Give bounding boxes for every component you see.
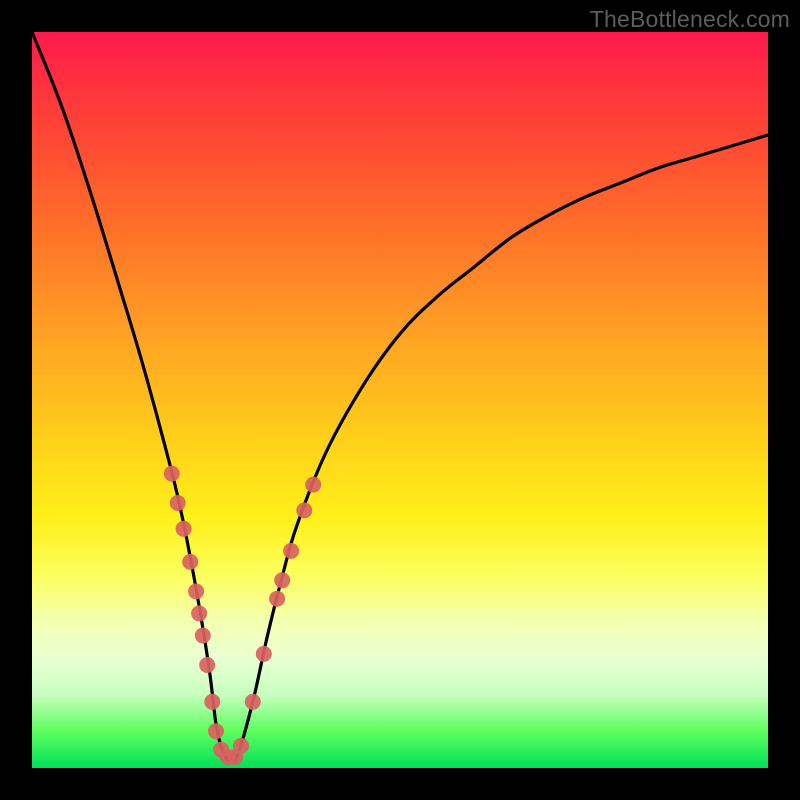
marker-dot xyxy=(274,572,290,588)
curve-line xyxy=(32,32,768,761)
marker-dot xyxy=(305,477,321,493)
marker-dots xyxy=(164,466,321,765)
chart-svg xyxy=(32,32,768,768)
chart-frame: TheBottleneck.com xyxy=(0,0,800,800)
marker-dot xyxy=(269,591,285,607)
marker-dot xyxy=(204,694,220,710)
watermark-text: TheBottleneck.com xyxy=(590,6,790,33)
marker-dot xyxy=(195,628,211,644)
marker-dot xyxy=(164,466,180,482)
marker-dot xyxy=(296,502,312,518)
marker-dot xyxy=(199,657,215,673)
marker-dot xyxy=(245,694,261,710)
marker-dot xyxy=(208,723,224,739)
marker-dot xyxy=(182,554,198,570)
marker-dot xyxy=(170,495,186,511)
marker-dot xyxy=(233,738,249,754)
marker-dot xyxy=(188,583,204,599)
marker-dot xyxy=(191,605,207,621)
plot-area xyxy=(32,32,768,768)
marker-dot xyxy=(283,543,299,559)
marker-dot xyxy=(256,646,272,662)
marker-dot xyxy=(176,521,192,537)
